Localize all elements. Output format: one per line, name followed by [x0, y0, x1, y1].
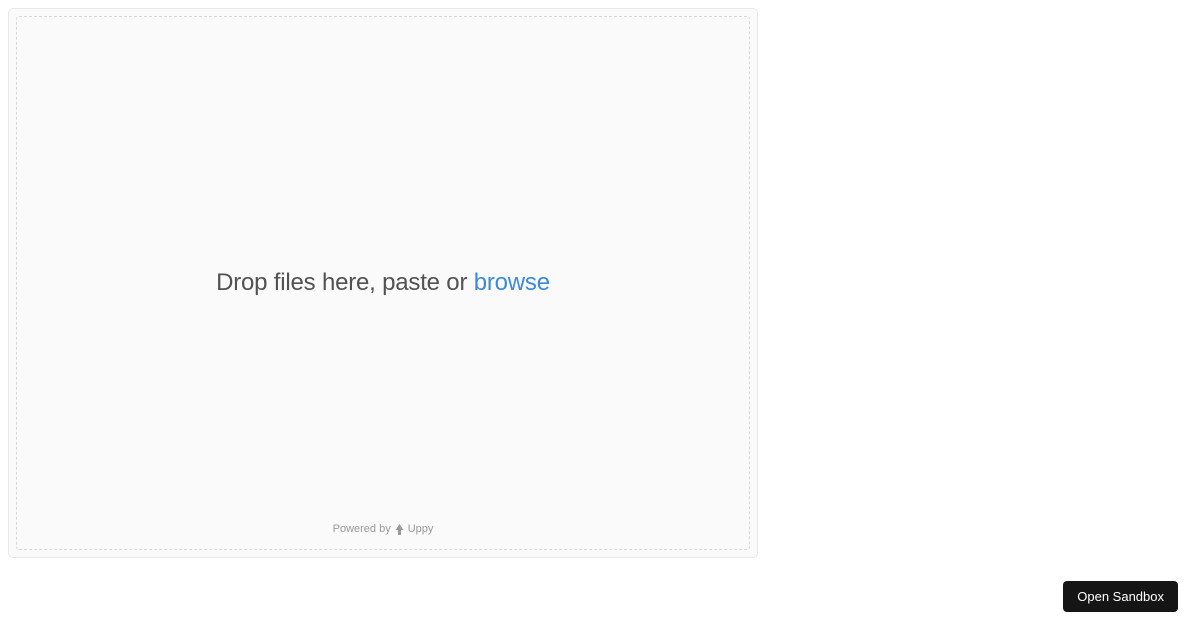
file-upload-dashboard: Drop files here, paste or browse Powered… [8, 8, 758, 558]
brand-name: Uppy [408, 523, 434, 535]
drop-area[interactable]: Drop files here, paste or browse [17, 17, 749, 549]
browse-link[interactable]: browse [474, 269, 550, 296]
drop-text-prefix: Drop files here, paste or [216, 269, 474, 296]
drop-instruction-text: Drop files here, paste or browse [216, 269, 550, 297]
drop-zone[interactable]: Drop files here, paste or browse Powered… [16, 16, 750, 550]
powered-by-footer: Powered by Uppy [17, 523, 749, 535]
open-sandbox-button[interactable]: Open Sandbox [1063, 581, 1178, 612]
uppy-logo-icon [394, 524, 405, 535]
powered-by-prefix: Powered by [333, 523, 391, 535]
